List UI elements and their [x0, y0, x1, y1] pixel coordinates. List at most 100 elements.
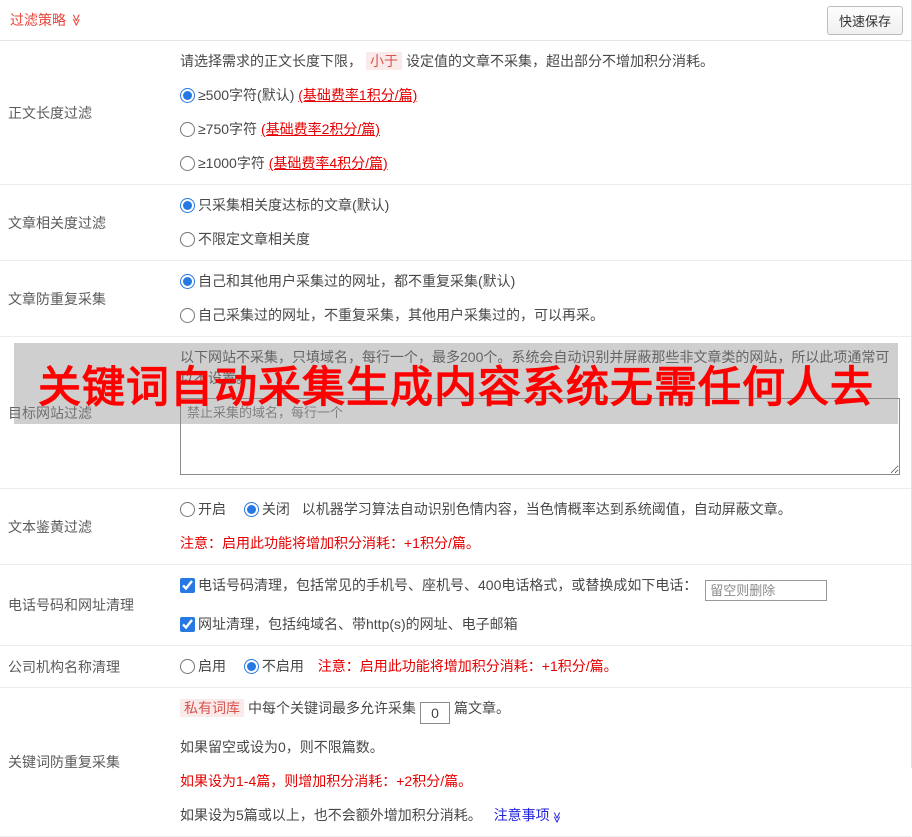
row-keyword-dedup: 关键词防重复采集 私有词库中每个关键词最多允许采集篇文章。 如果留空或设为0，则… [0, 688, 911, 837]
target-site-desc: 以下网站不采集，只填域名，每行一个，最多200个。系统会自动识别并屏蔽那些非文章… [180, 347, 900, 389]
radio-relevance-any[interactable] [180, 232, 195, 247]
option-text: 自己采集过的网址，不重复采集，其他用户采集过的，可以再采。 [198, 307, 604, 323]
phone-url-clean-content: 电话号码清理，包括常见的手机号、座机号、400电话格式，或替换成如下电话： 网址… [180, 565, 911, 645]
url-dedup-content: 自己和其他用户采集过的网址，都不重复采集(默认) 自己采集过的网址，不重复采集，… [180, 261, 911, 336]
option-text: ≥1000字符 [198, 155, 269, 171]
radio-dedup-all[interactable] [180, 274, 195, 289]
radio-option-750: ≥750字符 (基础费率2积分/篇) [180, 119, 899, 140]
body-length-label: 正文长度过滤 [0, 103, 180, 123]
relevance-content: 只采集相关度达标的文章(默认) 不限定文章相关度 [180, 185, 911, 260]
notes-link-text: 注意事项 [494, 807, 550, 823]
radio-label-dedup-all[interactable]: 自己和其他用户采集过的网址，都不重复采集(默认) [180, 273, 515, 289]
radio-label-500[interactable]: ≥500字符(默认) (基础费率1积分/篇) [180, 87, 417, 103]
porn-filter-options: 开启 关闭 以机器学习算法自动识别色情内容，当色情概率达到系统阈值，自动屏蔽文章… [180, 499, 899, 520]
row-body-length-filter: 正文长度过滤 请选择需求的正文长度下限，小于设定值的文章不采集，超出部分不增加积… [0, 41, 911, 185]
radio-label-relevance-strict[interactable]: 只采集相关度达标的文章(默认) [180, 197, 389, 213]
radio-500[interactable] [180, 88, 195, 103]
filter-strategy-page: 过滤策略 ≫ 快速保存 正文长度过滤 请选择需求的正文长度下限，小于设定值的文章… [0, 0, 912, 768]
blocked-domains-textarea[interactable] [180, 398, 900, 475]
radio-label-company-on[interactable]: 启用 [180, 658, 230, 674]
notes-link[interactable]: 注意事项≫ [494, 807, 562, 823]
keyword-dedup-content: 私有词库中每个关键词最多允许采集篇文章。 如果留空或设为0，则不限篇数。 如果设… [180, 688, 911, 836]
option-fee: (基础费率1积分/篇) [298, 87, 417, 103]
page-title[interactable]: 过滤策略 ≫ [10, 10, 83, 30]
keyword-dedup-line2: 如果留空或设为0，则不限篇数。 [180, 737, 899, 758]
radio-option-500: ≥500字符(默认) (基础费率1积分/篇) [180, 85, 899, 106]
option-text: 不启用 [262, 658, 304, 674]
row-company-clean: 公司机构名称清理 启用 不启用 注意：启用此功能将增加积分消耗：+1积分/篇。 [0, 646, 911, 688]
url-clean-line: 网址清理，包括纯域名、带http(s)的网址、电子邮箱 [180, 614, 899, 635]
radio-label-porn-off[interactable]: 关闭 [244, 501, 294, 517]
option-text: 关闭 [262, 501, 290, 517]
option-text: ≥500字符(默认) [198, 87, 298, 103]
row-target-site-filter: 目标网站过滤 以下网站不采集，只填域名，每行一个，最多200个。系统会自动识别并… [0, 337, 911, 489]
option-text: 电话号码清理，包括常见的手机号、座机号、400电话格式，或替换成如下电话： [198, 577, 697, 593]
target-site-label: 目标网站过滤 [0, 403, 180, 423]
max-articles-input[interactable] [420, 702, 450, 724]
keyword-dedup-line4: 如果设为5篇或以上，也不会额外增加积分消耗。 注意事项≫ [180, 805, 899, 826]
keyword-dedup-line3: 如果设为1-4篇，则增加积分消耗：+2积分/篇。 [180, 771, 899, 792]
company-clean-options: 启用 不启用 注意：启用此功能将增加积分消耗：+1积分/篇。 [180, 656, 899, 677]
relevance-label: 文章相关度过滤 [0, 213, 180, 233]
target-site-content: 以下网站不采集，只填域名，每行一个，最多200个。系统会自动识别并屏蔽那些非文章… [180, 337, 912, 488]
line4-text: 如果设为5篇或以上，也不会额外增加积分消耗。 [180, 807, 482, 823]
radio-option-dedup-all: 自己和其他用户采集过的网址，都不重复采集(默认) [180, 271, 899, 292]
page-header: 过滤策略 ≫ 快速保存 [0, 0, 911, 41]
option-fee: (基础费率2积分/篇) [261, 121, 380, 137]
radio-label-750[interactable]: ≥750字符 (基础费率2积分/篇) [180, 121, 380, 137]
radio-1000[interactable] [180, 156, 195, 171]
private-lexicon-tag[interactable]: 私有词库 [180, 699, 244, 717]
page-title-text: 过滤策略 [10, 10, 66, 30]
less-than-tag: 小于 [366, 52, 402, 70]
option-text: 网址清理，包括纯域名、带http(s)的网址、电子邮箱 [198, 616, 518, 632]
radio-dedup-self[interactable] [180, 308, 195, 323]
radio-label-company-off[interactable]: 不启用 [244, 658, 308, 674]
option-text: 自己和其他用户采集过的网址，都不重复采集(默认) [198, 273, 515, 289]
replacement-phone-input[interactable] [705, 580, 827, 601]
line1-mid: 中每个关键词最多允许采集 [248, 700, 416, 716]
row-relevance-filter: 文章相关度过滤 只采集相关度达标的文章(默认) 不限定文章相关度 [0, 185, 911, 261]
intro-suffix: 设定值的文章不采集，超出部分不增加积分消耗。 [406, 53, 714, 69]
checkbox-label-url-clean[interactable]: 网址清理，包括纯域名、带http(s)的网址、电子邮箱 [180, 616, 518, 632]
row-phone-url-clean: 电话号码和网址清理 电话号码清理，包括常见的手机号、座机号、400电话格式，或替… [0, 565, 911, 646]
body-length-intro: 请选择需求的正文长度下限，小于设定值的文章不采集，超出部分不增加积分消耗。 [180, 51, 899, 72]
option-text: 只采集相关度达标的文章(默认) [198, 197, 389, 213]
radio-750[interactable] [180, 122, 195, 137]
checkbox-label-phone-clean[interactable]: 电话号码清理，包括常见的手机号、座机号、400电话格式，或替换成如下电话： [180, 577, 701, 593]
radio-label-porn-on[interactable]: 开启 [180, 501, 230, 517]
option-text: 不限定文章相关度 [198, 231, 310, 247]
radio-porn-off[interactable] [244, 502, 259, 517]
radio-company-on[interactable] [180, 659, 195, 674]
url-dedup-label: 文章防重复采集 [0, 289, 180, 309]
option-fee: (基础费率4积分/篇) [269, 155, 388, 171]
option-text: ≥750字符 [198, 121, 261, 137]
porn-filter-content: 开启 关闭 以机器学习算法自动识别色情内容，当色情概率达到系统阈值，自动屏蔽文章… [180, 489, 911, 564]
row-porn-filter: 文本鉴黄过滤 开启 关闭 以机器学习算法自动识别色情内容，当色情概率达到系统阈值… [0, 489, 911, 565]
checkbox-url-clean[interactable] [180, 617, 195, 632]
radio-option-relevance-strict: 只采集相关度达标的文章(默认) [180, 195, 899, 216]
option-text: 开启 [198, 501, 226, 517]
body-length-content: 请选择需求的正文长度下限，小于设定值的文章不采集，超出部分不增加积分消耗。 ≥5… [180, 41, 911, 184]
radio-porn-on[interactable] [180, 502, 195, 517]
porn-filter-note: 注意：启用此功能将增加积分消耗：+1积分/篇。 [180, 533, 899, 554]
radio-option-1000: ≥1000字符 (基础费率4积分/篇) [180, 153, 899, 174]
phone-url-clean-label: 电话号码和网址清理 [0, 595, 180, 615]
intro-prefix: 请选择需求的正文长度下限， [180, 53, 362, 69]
radio-company-off[interactable] [244, 659, 259, 674]
radio-option-dedup-self: 自己采集过的网址，不重复采集，其他用户采集过的，可以再采。 [180, 305, 899, 326]
porn-filter-label: 文本鉴黄过滤 [0, 517, 180, 537]
radio-option-relevance-any: 不限定文章相关度 [180, 229, 899, 250]
row-url-dedup: 文章防重复采集 自己和其他用户采集过的网址，都不重复采集(默认) 自己采集过的网… [0, 261, 911, 337]
company-clean-label: 公司机构名称清理 [0, 657, 180, 677]
radio-label-1000[interactable]: ≥1000字符 (基础费率4积分/篇) [180, 155, 388, 171]
company-clean-content: 启用 不启用 注意：启用此功能将增加积分消耗：+1积分/篇。 [180, 646, 911, 687]
radio-label-relevance-any[interactable]: 不限定文章相关度 [180, 231, 310, 247]
quick-save-button[interactable]: 快速保存 [827, 6, 903, 35]
checkbox-phone-clean[interactable] [180, 578, 195, 593]
radio-label-dedup-self[interactable]: 自己采集过的网址，不重复采集，其他用户采集过的，可以再采。 [180, 307, 604, 323]
option-text: 启用 [198, 658, 226, 674]
chevron-double-down-icon: ≫ [70, 14, 82, 27]
radio-relevance-strict[interactable] [180, 198, 195, 213]
phone-clean-line: 电话号码清理，包括常见的手机号、座机号、400电话格式，或替换成如下电话： [180, 575, 899, 601]
chevron-double-down-icon: ≫ [550, 812, 561, 824]
